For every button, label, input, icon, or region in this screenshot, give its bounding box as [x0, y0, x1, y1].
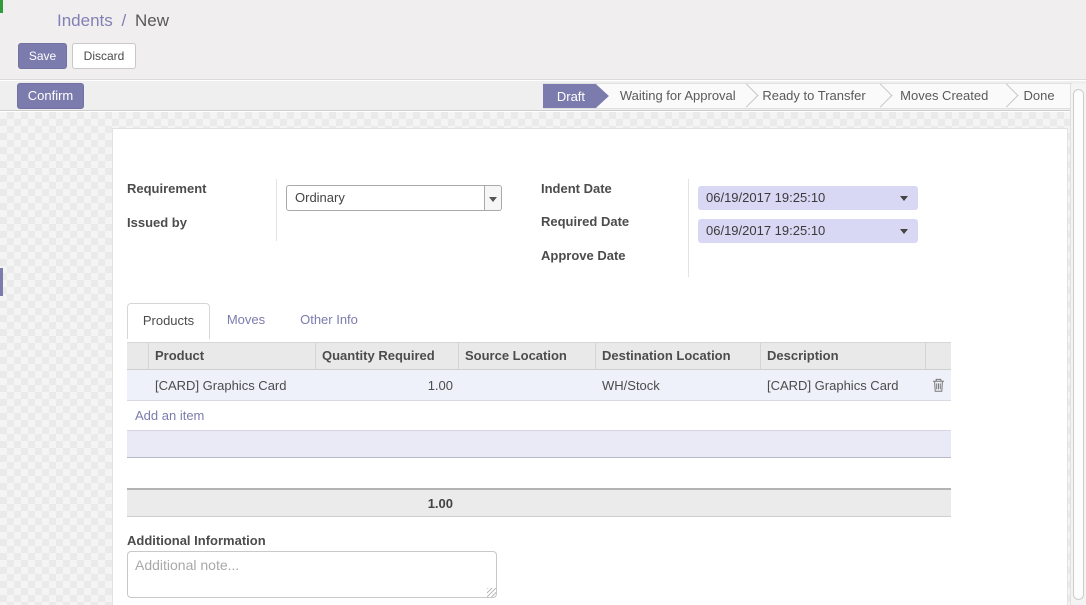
indent-date-field[interactable]: 06/19/2017 19:25:10: [698, 186, 918, 210]
tab-products[interactable]: Products: [127, 303, 210, 339]
notebook-tabs: Products Moves Other Info: [113, 303, 1067, 339]
delete-column-header: [926, 343, 951, 369]
textarea-resize-grip[interactable]: [487, 588, 496, 597]
cell-description: [CARD] Graphics Card: [761, 378, 926, 393]
status-step-done[interactable]: Done: [1007, 84, 1071, 108]
approve-date-field[interactable]: [698, 252, 918, 272]
product-column-header: Product: [149, 343, 316, 369]
caret-down-icon: [900, 196, 908, 201]
issued-by-label: Issued by: [127, 215, 187, 230]
select-dropdown-button: [484, 186, 501, 210]
approve-date-label: Approve Date: [541, 248, 626, 263]
indent-date-label: Indent Date: [541, 181, 612, 196]
scrollbar-thumb[interactable]: [1073, 89, 1084, 600]
tab-moves[interactable]: Moves: [213, 303, 279, 339]
status-step-draft[interactable]: Draft: [543, 84, 609, 108]
cell-product: [CARD] Graphics Card: [149, 378, 316, 393]
quantity-column-header: Quantity Required: [316, 343, 459, 369]
confirm-button[interactable]: Confirm: [17, 83, 84, 109]
table-header-row: Product Quantity Required Source Locatio…: [127, 342, 951, 370]
required-date-value: 06/19/2017 19:25:10: [706, 223, 825, 238]
breadcrumb: Indents / New: [57, 11, 169, 31]
destination-location-column-header: Destination Location: [596, 343, 761, 369]
table-row[interactable]: [CARD] Graphics Card 1.00 WH/Stock [CARD…: [127, 370, 951, 401]
additional-note-textarea[interactable]: [127, 551, 497, 598]
status-step-moves-created[interactable]: Moves Created: [881, 84, 1007, 108]
caret-down-icon: [489, 197, 497, 202]
tab-other-info[interactable]: Other Info: [293, 303, 365, 339]
window-edge-green-mark: [0, 0, 3, 13]
trash-icon[interactable]: [932, 378, 945, 392]
vertical-scrollbar: [1070, 84, 1086, 605]
row-delete-cell: [926, 376, 951, 395]
save-button[interactable]: Save: [18, 43, 67, 69]
description-column-header: Description: [761, 343, 926, 369]
caret-down-icon: [900, 229, 908, 234]
total-quantity-value: 1.00: [127, 496, 459, 511]
additional-information-label: Additional Information: [127, 533, 266, 548]
handle-column-header: [127, 343, 149, 369]
discard-button[interactable]: Discard: [72, 43, 136, 69]
breadcrumb-separator: /: [118, 11, 131, 30]
requirement-select-value: Ordinary: [295, 190, 345, 205]
cell-quantity-required: 1.00: [316, 378, 459, 393]
add-an-item-link[interactable]: Add an item: [127, 408, 204, 423]
issued-by-field[interactable]: [286, 217, 502, 237]
field-separator-line: [688, 179, 689, 277]
products-table: Product Quantity Required Source Locatio…: [127, 342, 951, 458]
add-item-row: Add an item: [127, 401, 951, 430]
required-date-field[interactable]: 06/19/2017 19:25:10: [698, 219, 918, 243]
status-step-waiting-for-approval[interactable]: Waiting for Approval: [609, 84, 747, 108]
top-bar: Indents / New Save Discard: [0, 0, 1086, 80]
requirement-label: Requirement: [127, 181, 206, 196]
status-strip: Confirm Draft Waiting for Approval Ready…: [0, 81, 1086, 111]
breadcrumb-indents-link[interactable]: Indents: [57, 11, 113, 30]
table-total-row: 1.00: [127, 488, 951, 517]
required-date-label: Required Date: [541, 214, 629, 229]
statusbar: Draft Waiting for Approval Ready to Tran…: [543, 83, 1072, 109]
status-step-ready-to-transfer[interactable]: Ready to Transfer: [747, 84, 882, 108]
empty-highlight-row: [127, 430, 951, 458]
requirement-select[interactable]: Ordinary: [286, 185, 502, 211]
cell-destination-location: WH/Stock: [596, 378, 761, 393]
window-edge-purple-strip: [0, 268, 3, 296]
source-location-column-header: Source Location: [459, 343, 596, 369]
field-separator-line: [276, 179, 277, 241]
form-sheet: Requirement Issued by Ordinary Indent Da…: [112, 128, 1068, 605]
indent-date-value: 06/19/2017 19:25:10: [706, 190, 825, 205]
breadcrumb-current: New: [135, 11, 169, 30]
